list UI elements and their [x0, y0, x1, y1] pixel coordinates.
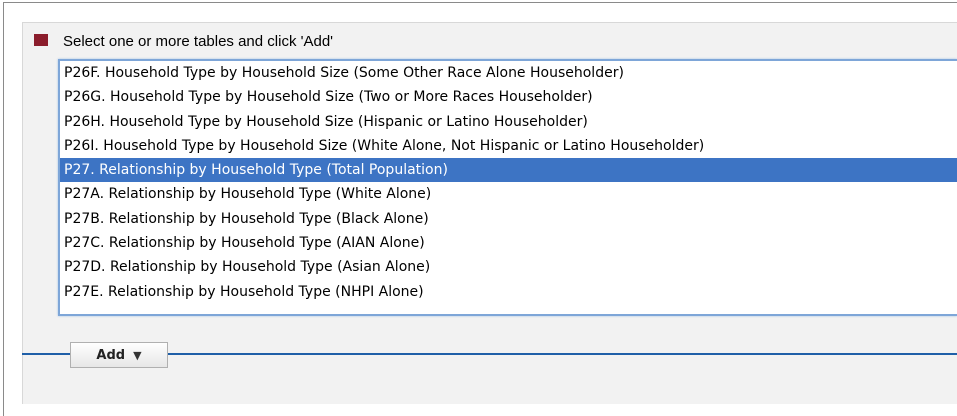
add-button[interactable]: Add ▼: [70, 342, 168, 368]
table-option[interactable]: P27C. Relationship by Household Type (AI…: [60, 231, 957, 255]
table-option[interactable]: P27E. Relationship by Household Type (NH…: [60, 280, 957, 304]
instruction-label: Select one or more tables and click 'Add…: [63, 33, 334, 50]
table-option[interactable]: P27D. Relationship by Household Type (As…: [60, 255, 957, 279]
table-option-selected[interactable]: P27. Relationship by Household Type (Tot…: [60, 158, 957, 183]
table-option[interactable]: P26F. Household Type by Household Size (…: [60, 61, 957, 85]
table-option[interactable]: P26I. Household Type by Household Size (…: [60, 134, 957, 158]
table-option[interactable]: P26H. Household Type by Household Size (…: [60, 110, 957, 134]
section-bullet-icon: [34, 34, 48, 46]
table-listbox[interactable]: P26F. Household Type by Household Size (…: [58, 59, 957, 316]
table-option[interactable]: P26G. Household Type by Household Size (…: [60, 85, 957, 109]
table-option[interactable]: P27B. Relationship by Household Type (Bl…: [60, 207, 957, 231]
table-option[interactable]: P27A. Relationship by Household Type (Wh…: [60, 182, 957, 206]
triangle-down-icon: ▼: [133, 348, 142, 362]
add-button-label: Add: [96, 347, 126, 363]
